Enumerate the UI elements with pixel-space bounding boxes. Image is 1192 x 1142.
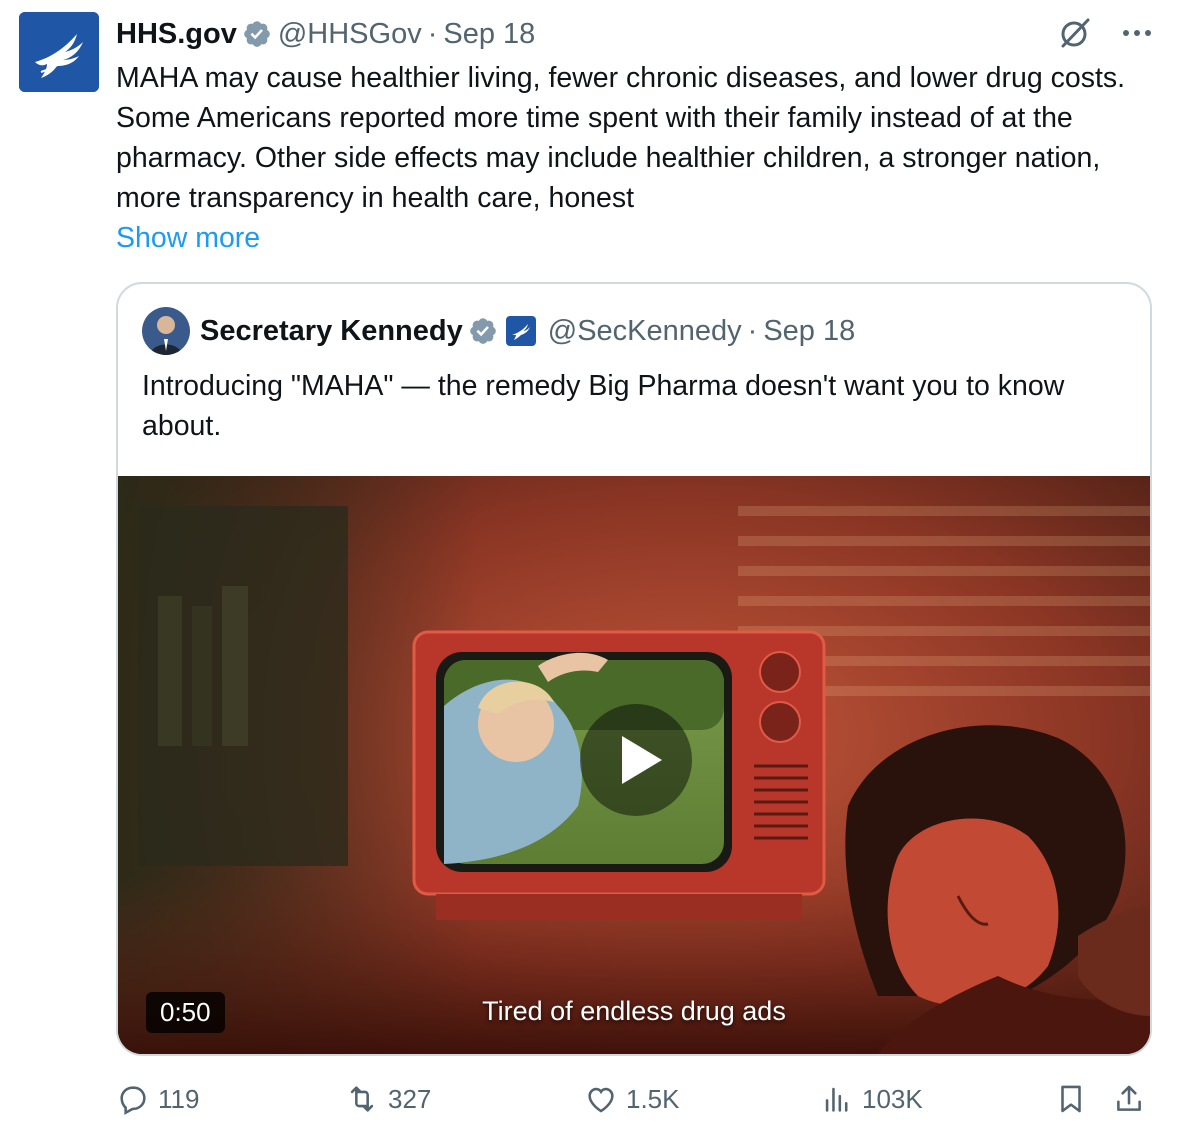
author-handle[interactable]: @HHSGov [278,18,422,51]
views-count: 103K [862,1083,923,1114]
like-count: 1.5K [626,1083,680,1114]
repost-button[interactable]: 327 [344,1082,431,1116]
kennedy-avatar-image [142,307,190,355]
video-player[interactable]: 0:50 Tired of endless drug ads [118,476,1150,1054]
hhs-eagle-logo-icon [19,12,99,92]
repost-count: 327 [388,1083,432,1114]
hhs-avatar[interactable] [19,12,99,92]
reply-icon [120,1086,146,1115]
tweet-date[interactable]: Sep 18 [443,18,535,51]
quote-author-handle[interactable]: @SecKennedy [548,315,742,348]
kennedy-avatar[interactable] [142,307,190,355]
tweet-top-actions [1058,16,1152,50]
verified-badge-icon [244,21,270,47]
more-icon[interactable] [1122,28,1152,38]
quote-text: Introducing "MAHA" — the remedy Big Phar… [142,370,1065,442]
play-button[interactable] [580,704,692,816]
quote-date[interactable]: Sep 18 [763,315,855,348]
video-caption: Tired of endless drug ads [482,996,786,1026]
separator-dot: · [747,314,758,347]
share-button[interactable] [1112,1082,1154,1116]
quote-author-name[interactable]: Secretary Kennedy [200,315,463,348]
like-button[interactable]: 1.5K [584,1082,680,1116]
hhs-affiliation-badge-icon [505,316,536,346]
quoted-tweet[interactable]: Secretary Kennedy @SecKennedy · Sep 18 I… [116,282,1152,1056]
quote-header: Secretary Kennedy @SecKennedy · Sep 18 [142,306,855,356]
bookmark-button[interactable] [1054,1082,1096,1116]
share-icon [1117,1085,1141,1111]
views-button[interactable]: 103K [820,1082,923,1116]
tweet-header: HHS.gov @HHSGov · Sep 18 [116,14,535,54]
like-icon [588,1087,614,1113]
show-more-link[interactable]: Show more [116,218,260,258]
tweet-text: MAHA may cause healthier living, fewer c… [116,62,1126,214]
play-icon [622,736,662,784]
grok-icon[interactable] [1058,16,1092,50]
verified-badge-icon [469,318,496,344]
separator-dot: · [427,17,438,50]
bookmark-icon [1061,1085,1081,1113]
views-icon [825,1087,848,1112]
repost-icon [350,1086,374,1112]
author-name[interactable]: HHS.gov [116,18,237,51]
tweet-action-bar: 119 327 1.5K 103K [116,1082,1156,1122]
reply-count: 119 [158,1083,200,1114]
reply-button[interactable]: 119 [116,1082,199,1116]
